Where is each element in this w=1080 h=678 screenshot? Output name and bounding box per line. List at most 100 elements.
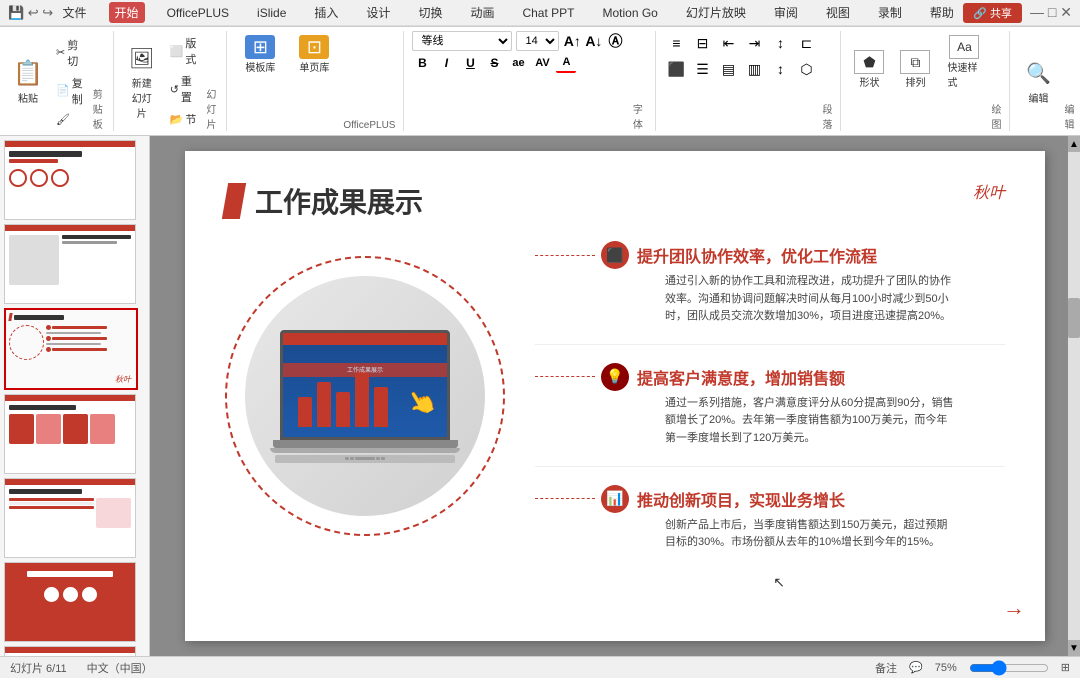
edit-button[interactable]: 🔍 编辑 <box>1018 31 1058 131</box>
menu-islide[interactable]: iSlide <box>251 4 292 22</box>
menu-design[interactable]: 设计 <box>360 2 396 23</box>
format-painter-button[interactable]: 🖌 <box>52 111 87 128</box>
smart-art-button[interactable]: ⬡ <box>794 57 818 81</box>
columns-button[interactable]: ⊏ <box>794 31 818 55</box>
zoom-slider[interactable] <box>969 660 1049 676</box>
shapes-button[interactable]: ⬟ 形状 <box>849 46 889 93</box>
decrease-indent-button[interactable]: ⇤ <box>716 31 740 55</box>
slide-thumbnail-6[interactable]: 秋叶 <box>4 308 138 390</box>
fit-window-button[interactable]: ⊞ <box>1061 661 1070 674</box>
menu-home[interactable]: 开始 <box>109 2 145 23</box>
slide-thumbnail-7[interactable] <box>4 394 136 474</box>
line-spacing-button[interactable]: ↕ <box>768 57 792 81</box>
clear-format-button[interactable]: Ⓐ <box>607 31 625 51</box>
font-decrease-button[interactable]: A↓ <box>585 31 603 51</box>
paste-label: 粘贴 <box>18 90 38 105</box>
italic-button[interactable]: I <box>436 53 456 73</box>
menu-insert[interactable]: 插入 <box>308 2 344 23</box>
slide-item-5[interactable]: 5 <box>4 224 145 304</box>
char-spacing-button[interactable]: AV <box>532 53 552 73</box>
slide-item-4[interactable]: 4 <box>4 140 145 220</box>
slide-preview-4 <box>5 141 135 219</box>
menu-animation[interactable]: 动画 <box>464 2 500 23</box>
thumb-title <box>14 315 64 320</box>
copy-button[interactable]: 📄复制 <box>52 73 87 109</box>
font-increase-button[interactable]: A↑ <box>563 31 581 51</box>
ribbon-group-drawing: ⬟ 形状 ⧉ 排列 Aa 快速样式 绘图 <box>849 31 1010 131</box>
list-numbers-button[interactable]: ⊟ <box>690 31 714 55</box>
thumb-content-10 <box>5 653 135 656</box>
font-color-button[interactable]: A <box>556 53 576 73</box>
bold-button[interactable]: B <box>412 53 432 73</box>
thumb-dot <box>46 347 51 352</box>
slide-thumbnail-10[interactable] <box>4 646 136 656</box>
align-left-button[interactable]: ⬛ <box>664 57 688 81</box>
spacebar <box>355 457 375 460</box>
list-bullets-button[interactable]: ≡ <box>664 31 688 55</box>
single-page-button[interactable]: ⊡ 单页库 <box>289 31 339 78</box>
vertical-scrollbar[interactable]: ▲ ▼ <box>1068 136 1080 656</box>
text-direction-button[interactable]: ↕ <box>768 31 792 55</box>
cut-button[interactable]: ✂剪切 <box>52 35 87 71</box>
comments-button[interactable]: 💬 <box>909 661 923 674</box>
menu-review[interactable]: 审阅 <box>768 2 804 23</box>
thumb-row <box>9 502 94 505</box>
align-center-button[interactable]: ☰ <box>690 57 714 81</box>
increase-indent-button[interactable]: ⇥ <box>742 31 766 55</box>
thumb-dot <box>46 325 51 330</box>
title-bar: 💾 ↩ ↪ 文件 开始 OfficePLUS iSlide 插入 设计 切换 动… <box>0 0 1080 26</box>
font-size-select[interactable]: 14 <box>516 31 559 51</box>
menu-chatppt[interactable]: Chat PPT <box>516 4 580 22</box>
scroll-thumb[interactable] <box>1068 298 1080 338</box>
point-desc-1: 通过引入新的协作工具和流程改进，成功提升了团队的协作效率。沟通和协调问题解决时间… <box>535 273 955 326</box>
arrange-label: 排列 <box>905 74 925 89</box>
section-button[interactable]: 📂节 <box>166 109 201 129</box>
reset-button[interactable]: ↺重置 <box>166 71 201 107</box>
menu-slideshow[interactable]: 幻灯片放映 <box>680 2 752 23</box>
menu-view[interactable]: 视图 <box>820 2 856 23</box>
new-slide-button[interactable]: 🖼 新建幻灯片 <box>122 31 162 131</box>
menu-help[interactable]: 帮助 <box>924 2 960 23</box>
point-icon-1: ⬛ <box>601 241 629 269</box>
slide-thumbnail-4[interactable] <box>4 140 136 220</box>
thumb-point <box>46 336 133 341</box>
slide-thumbnail-9[interactable] <box>4 562 136 642</box>
scroll-down-button[interactable]: ▼ <box>1068 640 1080 656</box>
icon-symbol-2: 💡 <box>606 368 623 385</box>
slide-item-7[interactable]: 7 <box>4 394 145 474</box>
status-bar: 幻灯片 6/11 中文（中国） 备注 💬 75% ⊞ <box>0 656 1080 678</box>
quick-style-button[interactable]: Aa 快速样式 <box>941 31 987 93</box>
thumb-items <box>9 414 131 444</box>
menu-file[interactable]: 文件 <box>57 2 93 23</box>
slide-item-6[interactable]: 6 <box>4 308 145 390</box>
paragraph-label: 段落 <box>822 101 832 131</box>
arrange-button[interactable]: ⧉ 排列 <box>895 46 935 93</box>
thumb-circle <box>9 169 27 187</box>
menu-transition[interactable]: 切换 <box>412 2 448 23</box>
font-family-select[interactable]: 等线 <box>412 31 512 51</box>
menu-motiongo[interactable]: Motion Go <box>597 4 664 22</box>
scroll-up-button[interactable]: ▲ <box>1068 136 1080 152</box>
justify-button[interactable]: ▥ <box>742 57 766 81</box>
slide-thumbnail-8[interactable] <box>4 478 136 558</box>
language-indicator: 中文（中国） <box>87 660 153 676</box>
underline-button[interactable]: U <box>460 53 480 73</box>
key <box>376 457 380 460</box>
menu-record[interactable]: 录制 <box>872 2 908 23</box>
template-button[interactable]: ⊞ 模板库 <box>235 31 285 78</box>
align-right-button[interactable]: ▤ <box>716 57 740 81</box>
slide-item-9[interactable]: 9 <box>4 562 145 642</box>
paste-button[interactable]: 📋 粘贴 <box>8 31 48 131</box>
quick-style-label: 快速样式 <box>947 59 981 89</box>
strikethrough-button[interactable]: S <box>484 53 504 73</box>
slide-thumbnail-5[interactable] <box>4 224 136 304</box>
layout-button[interactable]: ⬜版式 <box>166 33 201 69</box>
menu-officeplus[interactable]: OfficePLUS <box>161 4 235 22</box>
shadow-button[interactable]: ae <box>508 53 528 73</box>
slide-item-10[interactable]: 10 <box>4 646 145 656</box>
notes-button[interactable]: 备注 <box>875 660 897 676</box>
share-button[interactable]: 🔗 共享 <box>963 3 1022 23</box>
slide-item-8[interactable]: 8 <box>4 478 145 558</box>
divider-2 <box>535 466 1005 467</box>
slide-content: 工作成果展示 秋叶 <box>185 151 1045 641</box>
